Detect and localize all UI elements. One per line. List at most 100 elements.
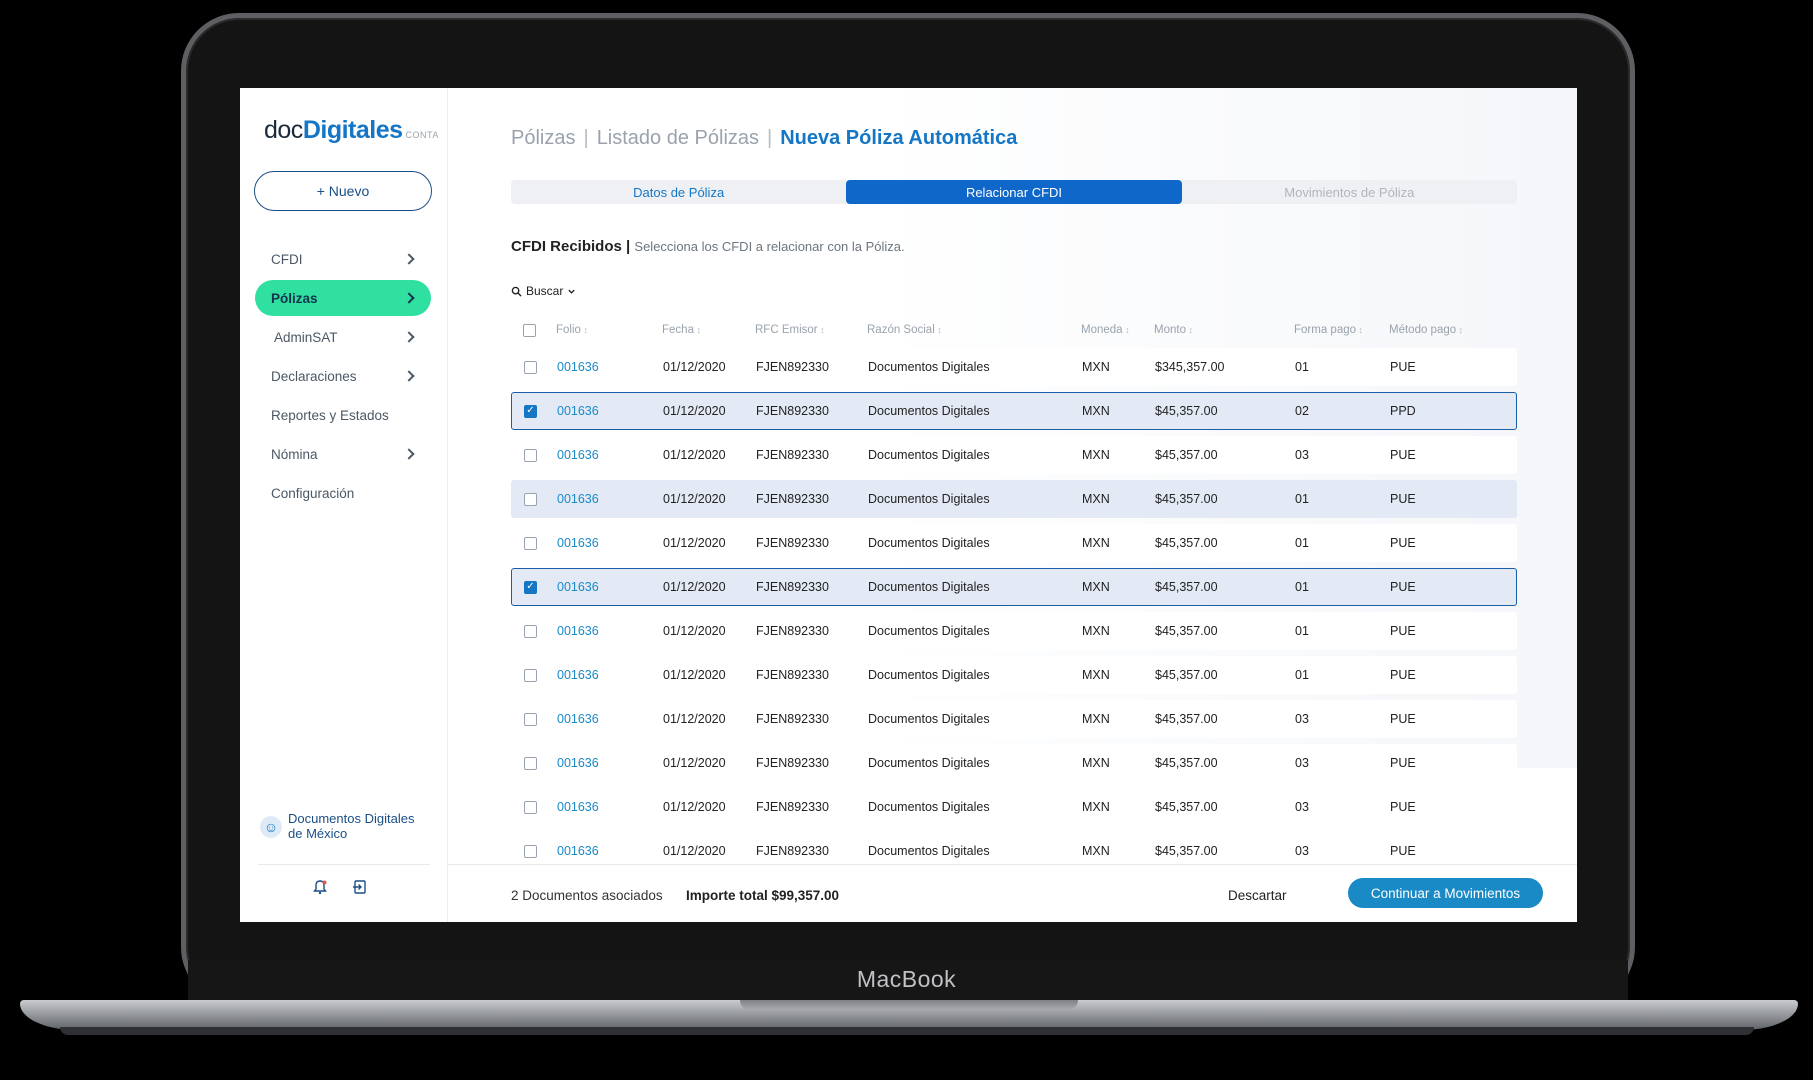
table-header: Folio Fecha RFC Emisor Razón Social Mone… (511, 318, 1517, 342)
cell-metodo: PUE (1390, 580, 1416, 594)
cell-folio[interactable]: 001636 (557, 536, 663, 550)
row-checkbox[interactable]: ✓ (524, 404, 537, 418)
column-header-fecha[interactable]: Fecha (662, 324, 755, 336)
cell-folio[interactable]: 001636 (557, 756, 663, 770)
row-checkbox[interactable] (524, 800, 537, 814)
cell-monto: $45,357.00 (1155, 536, 1218, 550)
cell-folio[interactable]: 001636 (557, 800, 663, 814)
cell-folio[interactable]: 001636 (557, 360, 663, 374)
logout-icon[interactable] (352, 879, 368, 900)
column-header-rfc[interactable]: RFC Emisor (755, 324, 867, 336)
bell-icon[interactable] (312, 879, 328, 900)
table-row[interactable]: 001636 01/12/2020 FJEN892330 Documentos Dig… (511, 612, 1517, 650)
organization-switcher[interactable]: ☺ Documentos Digitales de México (260, 811, 440, 841)
sidebar-item-declaraciones[interactable]: Declaraciones (255, 358, 431, 394)
search-toggle[interactable]: Buscar (511, 284, 576, 298)
column-header-monto[interactable]: Monto (1154, 324, 1294, 336)
table-row[interactable]: 001636 01/12/2020 FJEN892330 Documentos Dig… (511, 480, 1517, 518)
cell-rfc: FJEN892330 (756, 536, 829, 550)
row-checkbox[interactable] (524, 844, 537, 858)
cell-razon: Documentos Digitales (868, 404, 990, 418)
organization-name: Documentos Digitales de México (288, 811, 414, 841)
select-all-checkbox[interactable] (523, 323, 536, 337)
cell-folio[interactable]: 001636 (557, 668, 663, 682)
row-checkbox[interactable] (524, 492, 537, 506)
row-checkbox[interactable] (524, 360, 537, 374)
breadcrumb: Pólizas | Listado de Pólizas | Nueva Pól… (511, 127, 1017, 150)
section-subtitle: Selecciona los CFDI a relacionar con la … (634, 239, 905, 254)
row-checkbox[interactable] (524, 536, 537, 550)
cell-metodo: PUE (1390, 756, 1416, 770)
cell-moneda: MXN (1082, 492, 1110, 506)
cell-fecha: 01/12/2020 (663, 404, 726, 418)
column-header-forma[interactable]: Forma pago (1294, 324, 1389, 336)
page-title: Nueva Póliza Automática (780, 127, 1018, 149)
sidebar-item-label: AdminSAT (274, 329, 338, 345)
table-row[interactable]: 001636 01/12/2020 FJEN892330 Documentos Dig… (511, 700, 1517, 738)
table-row[interactable]: 001636 01/12/2020 FJEN892330 Documentos Dig… (511, 348, 1517, 386)
row-checkbox[interactable] (524, 448, 537, 462)
app-logo[interactable]: doc Digitales CONTA (264, 116, 439, 145)
cell-rfc: FJEN892330 (756, 844, 829, 858)
discard-button[interactable]: Descartar (1228, 888, 1287, 903)
new-button[interactable]: + Nuevo (254, 171, 432, 211)
sidebar-item-configuracion[interactable]: Configuración (255, 475, 431, 511)
cell-folio[interactable]: 001636 (557, 712, 663, 726)
device-label: MacBook (856, 966, 957, 992)
sidebar-item-cfdi[interactable]: CFDI (255, 241, 431, 277)
cell-folio[interactable]: 001636 (557, 448, 663, 462)
row-checkbox[interactable] (524, 756, 537, 770)
row-checkbox[interactable] (524, 712, 537, 726)
cell-folio[interactable]: 001636 (557, 844, 663, 858)
sidebar-nav: CFDI Pólizas AdminSAT Declaraciones Repo… (255, 241, 431, 514)
sidebar-item-label: Configuración (271, 485, 355, 501)
table-row[interactable]: 001636 01/12/2020 FJEN892330 Documentos Dig… (511, 744, 1517, 782)
step-datos-poliza[interactable]: Datos de Póliza (511, 180, 846, 204)
sidebar-item-label: Declaraciones (271, 368, 357, 384)
cell-fecha: 01/12/2020 (663, 668, 726, 682)
cell-rfc: FJEN892330 (756, 492, 829, 506)
sidebar-item-nomina[interactable]: Nómina (255, 436, 431, 472)
cell-metodo: PUE (1390, 360, 1416, 374)
table-row[interactable]: 001636 01/12/2020 FJEN892330 Documentos Dig… (511, 788, 1517, 826)
cell-razon: Documentos Digitales (868, 492, 990, 506)
sidebar-item-reportes[interactable]: Reportes y Estados (255, 397, 431, 433)
continue-button[interactable]: Continuar a Movimientos (1348, 878, 1543, 908)
sidebar-divider (258, 864, 430, 865)
organization-name-line2: de México (288, 826, 348, 841)
row-checkbox[interactable]: ✓ (524, 580, 537, 594)
row-checkbox[interactable] (524, 624, 537, 638)
cell-rfc: FJEN892330 (756, 360, 829, 374)
row-checkbox-cell (512, 536, 557, 550)
column-header-metodo[interactable]: Método pago (1389, 324, 1509, 336)
breadcrumb-listado[interactable]: Listado de Pólizas (597, 127, 759, 150)
cell-metodo: PUE (1390, 448, 1416, 462)
cell-monto: $45,357.00 (1155, 800, 1218, 814)
sidebar-item-adminsat[interactable]: AdminSAT (255, 319, 431, 355)
column-header-razon[interactable]: Razón Social (867, 324, 1081, 336)
header-checkbox-cell (511, 323, 556, 337)
step-relacionar-cfdi[interactable]: Relacionar CFDI (846, 180, 1182, 204)
table-row[interactable]: 001636 01/12/2020 FJEN892330 Documentos Dig… (511, 524, 1517, 562)
column-header-folio[interactable]: Folio (556, 324, 662, 336)
column-header-moneda[interactable]: Moneda (1081, 324, 1154, 336)
cell-fecha: 01/12/2020 (663, 580, 726, 594)
table-row[interactable]: ✓ 001636 01/12/2020 FJEN892330 Documentos Di… (511, 392, 1517, 430)
cell-folio[interactable]: 001636 (557, 404, 663, 418)
row-checkbox-cell (512, 756, 557, 770)
cell-moneda: MXN (1082, 844, 1110, 858)
sidebar: doc Digitales CONTA + Nuevo CFDI Pólizas… (240, 88, 448, 922)
row-checkbox[interactable] (524, 668, 537, 682)
sidebar-item-polizas[interactable]: Pólizas (255, 280, 431, 316)
cell-razon: Documentos Digitales (868, 800, 990, 814)
step-movimientos-poliza[interactable]: Movimientos de Póliza (1182, 180, 1517, 204)
table-row[interactable]: 001636 01/12/2020 FJEN892330 Documentos Dig… (511, 436, 1517, 474)
table-row[interactable]: 001636 01/12/2020 FJEN892330 Documentos Dig… (511, 656, 1517, 694)
cell-folio[interactable]: 001636 (557, 580, 663, 594)
search-label: Buscar (526, 284, 564, 298)
breadcrumb-polizas[interactable]: Pólizas (511, 127, 575, 150)
table-row[interactable]: ✓ 001636 01/12/2020 FJEN892330 Documentos Di… (511, 568, 1517, 606)
cell-folio[interactable]: 001636 (557, 624, 663, 638)
cell-metodo: PUE (1390, 844, 1416, 858)
cell-folio[interactable]: 001636 (557, 492, 663, 506)
